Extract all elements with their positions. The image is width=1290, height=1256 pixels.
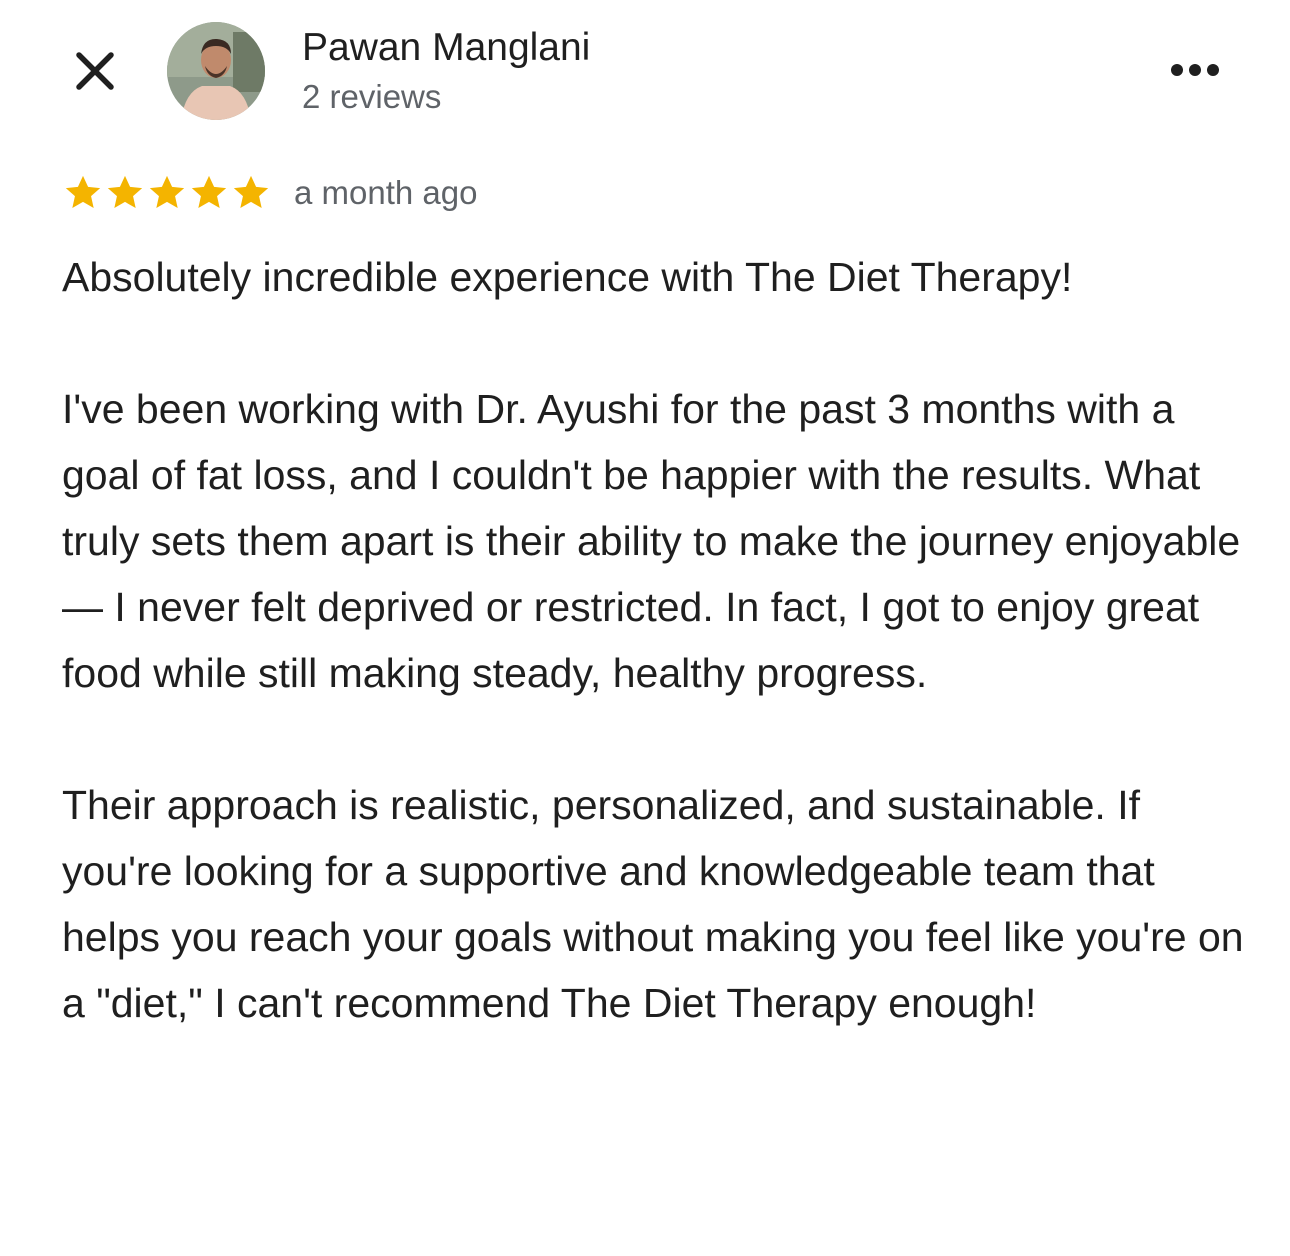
avatar[interactable] <box>167 22 265 120</box>
star-rating <box>62 172 272 214</box>
star-icon <box>107 175 143 209</box>
star-icon <box>149 175 185 209</box>
review-paragraph: Absolutely incredible experience with Th… <box>62 254 1073 300</box>
rating-row: a month ago <box>62 168 762 218</box>
more-horizontal-icon <box>1171 64 1219 76</box>
review-count[interactable]: 2 reviews <box>302 76 441 118</box>
author-name[interactable]: Pawan Manglani <box>302 24 590 72</box>
profile-photo-icon <box>167 22 265 120</box>
star-icon <box>233 175 269 209</box>
star-icon <box>191 175 227 209</box>
close-button[interactable] <box>66 42 124 100</box>
review-paragraph: I've been working with Dr. Ayushi for th… <box>62 386 1241 696</box>
review-timestamp: a month ago <box>294 174 478 211</box>
review-header: Pawan Manglani 2 reviews <box>0 0 1290 140</box>
review-paragraph: Their approach is realistic, personalize… <box>62 782 1244 1026</box>
star-icon <box>65 175 101 209</box>
review-text: Absolutely incredible experience with Th… <box>62 244 1252 1036</box>
more-options-button[interactable] <box>1160 50 1230 90</box>
close-icon <box>76 52 114 90</box>
